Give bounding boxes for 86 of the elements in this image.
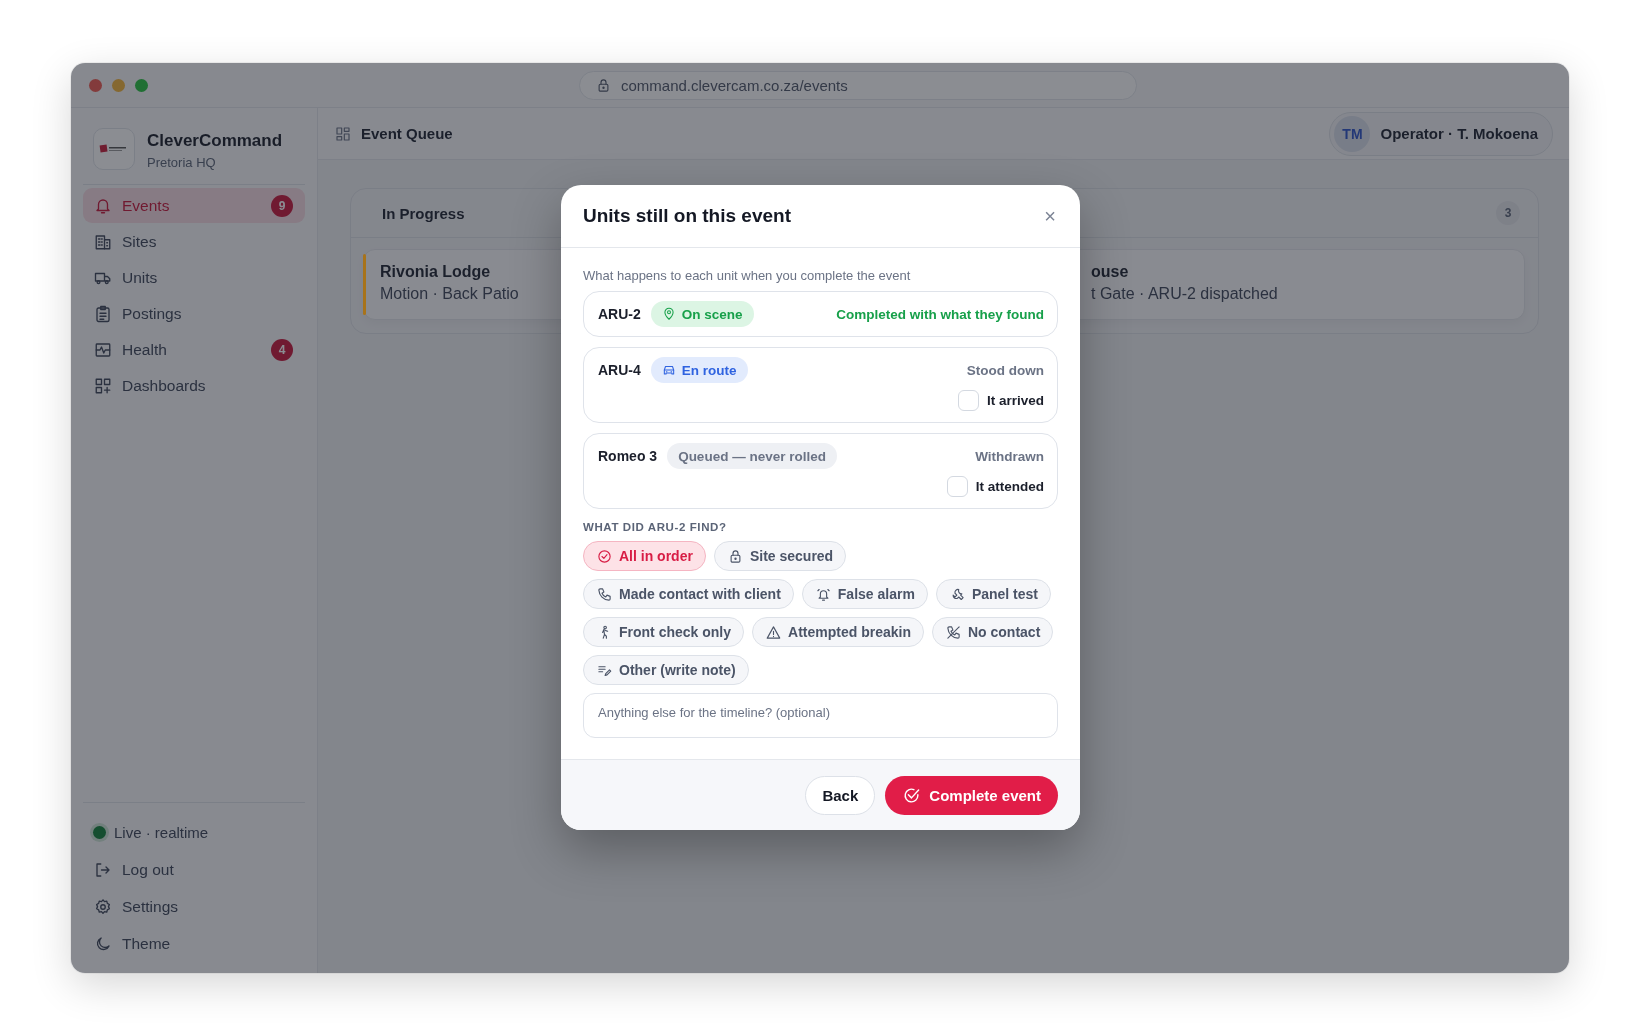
nav-label: Sites	[122, 232, 158, 251]
checkbox-label: It attended	[975, 478, 1044, 494]
column-title: In Progress	[382, 204, 465, 222]
nav-item[interactable]: Sites	[83, 224, 305, 259]
location-label: Pretoria HQ	[147, 155, 217, 170]
finding-chip[interactable]: All in order	[583, 541, 706, 571]
moon-icon	[94, 934, 112, 953]
checkbox-label: It arrived	[986, 392, 1044, 408]
event-title: ouse	[1091, 263, 1129, 281]
finding-chip[interactable]: False alarm	[801, 579, 928, 609]
nav-item[interactable]: Events 9	[83, 188, 305, 223]
nav-label: Health	[122, 340, 168, 359]
warning-icon	[766, 624, 782, 640]
app-name: CleverCommand	[147, 131, 283, 151]
check-circle-icon	[597, 548, 612, 564]
minimize-dot[interactable]	[112, 78, 125, 92]
finding-chip[interactable]: Front check only	[583, 617, 745, 647]
finding-chip[interactable]: Made contact with client	[583, 579, 794, 609]
sidebar-link[interactable]: Log out	[83, 852, 305, 887]
checkbox[interactable]	[957, 389, 979, 411]
settings-icon	[94, 897, 112, 916]
user-label: Operator · T. Mokoena	[1380, 125, 1538, 142]
status-pill: Queued — never rolled	[667, 443, 837, 469]
close-dot[interactable]	[89, 78, 102, 92]
nav-item[interactable]: Units	[83, 260, 305, 295]
url-text: command.clevercam.co.za/events	[621, 76, 848, 94]
close-button[interactable]: ×	[1040, 206, 1060, 226]
event-detail: Motion · Back Patio	[380, 285, 519, 303]
zoom-dot[interactable]	[135, 78, 148, 92]
bell-icon	[94, 196, 112, 215]
outcome-label: Withdrawn	[975, 448, 1044, 464]
status-pill: En route	[650, 357, 748, 383]
logo-mark-icon	[99, 143, 129, 155]
finding-chip[interactable]: Attempted breakin	[752, 617, 924, 647]
back-button[interactable]: Back	[805, 775, 876, 815]
grid-icon	[335, 125, 351, 142]
finding-chip[interactable]: Site secured	[713, 541, 847, 571]
event-title: Rivonia Lodge	[380, 263, 491, 281]
status-pill: On scene	[650, 301, 754, 327]
logout-icon	[94, 860, 112, 879]
outcome-label: Stood down	[966, 362, 1044, 378]
note-field[interactable]: Anything else for the timeline? (optional)	[583, 693, 1058, 738]
unit-name: ARU-2	[598, 306, 641, 322]
count-badge: 4	[271, 338, 293, 361]
finding-chip[interactable]: Panel test	[935, 579, 1051, 609]
sidebar-link[interactable]: Settings	[83, 889, 305, 924]
dialog-title: Units still on this event	[583, 205, 791, 227]
pin-icon	[661, 307, 676, 321]
nav-label: Settings	[122, 897, 179, 916]
activity-icon	[94, 340, 112, 359]
lock-icon	[596, 77, 611, 93]
section-label: WHAT DID ARU-2 FIND?	[583, 521, 728, 533]
nav-item[interactable]: Dashboards	[83, 368, 305, 403]
sidebar-link[interactable]: Theme	[83, 926, 305, 961]
finding-chip[interactable]: No contact	[931, 617, 1054, 647]
complete-button[interactable]: Complete event	[885, 775, 1058, 815]
event-detail: t Gate · ARU-2 dispatched	[1091, 285, 1278, 303]
nav-item[interactable]: Postings	[83, 296, 305, 331]
count-badge: 3	[1496, 201, 1520, 225]
address-bar[interactable]: command.clevercam.co.za/events	[579, 70, 1137, 100]
nav-label: Theme	[122, 934, 172, 953]
nav-label: Dashboards	[122, 376, 207, 395]
clipboard-icon	[94, 304, 112, 323]
finding-chip[interactable]: Other (write note)	[583, 655, 749, 685]
dialog-description: What happens to each unit when you complete the event	[583, 268, 912, 283]
nav-label: Events	[122, 196, 171, 215]
dashboard-icon	[94, 376, 112, 395]
phone-off-icon	[945, 624, 961, 640]
check-circle-icon	[902, 785, 922, 805]
phone-icon	[597, 586, 612, 602]
car-icon	[661, 363, 676, 377]
checkbox[interactable]	[946, 475, 968, 497]
nav-label: Postings	[122, 304, 183, 323]
nav-label: Units	[122, 268, 159, 287]
bell-ringing-icon	[815, 586, 831, 602]
count-badge: 9	[271, 194, 293, 217]
lock-icon	[727, 548, 743, 564]
unit-name: ARU-4	[598, 362, 641, 378]
nav-item[interactable]: Health 4	[83, 332, 305, 367]
nav-label: Log out	[122, 860, 175, 879]
building-icon	[94, 232, 112, 251]
status-label: Live · realtime	[114, 824, 209, 841]
page-title: Event Queue	[361, 125, 453, 142]
unit-name: Romeo 3	[598, 448, 658, 464]
avatar: TM	[1334, 115, 1371, 152]
user-chip[interactable]: TM Operator · T. Mokoena	[1329, 111, 1553, 156]
